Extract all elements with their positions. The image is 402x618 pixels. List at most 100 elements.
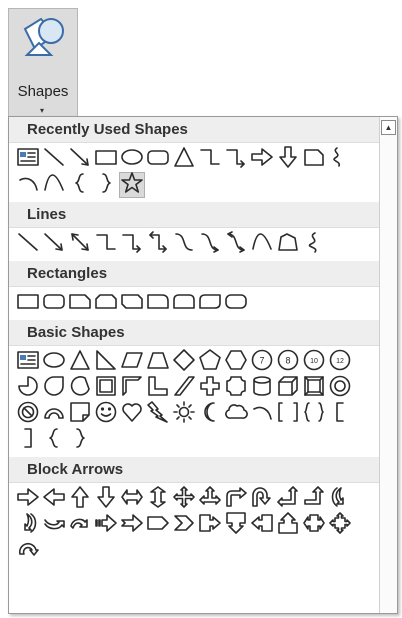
shapes-button[interactable]: Shapes ▾ — [8, 8, 78, 116]
right-arrow-shape-button[interactable] — [249, 146, 275, 172]
quad-arrow-callout-shape-button[interactable] — [327, 511, 353, 538]
right-triangle-shape-button[interactable] — [93, 349, 119, 375]
rounded-rect-2-shape-button[interactable] — [223, 290, 249, 316]
left-arrow-callout-shape-button[interactable] — [249, 512, 275, 538]
rounded-rectangle-shape-button[interactable] — [145, 146, 171, 172]
oval-shape-button[interactable] — [119, 146, 145, 172]
line-shape-button[interactable] — [41, 146, 67, 172]
up-arrow-shape-button[interactable] — [67, 485, 93, 512]
teardrop-shape-button[interactable] — [41, 375, 67, 401]
curve-shape-button[interactable] — [41, 172, 67, 198]
bent-up-arrow-shape-button[interactable] — [301, 485, 327, 512]
chord-shape-button[interactable] — [67, 375, 93, 401]
textbox-shape-button[interactable] — [15, 349, 41, 375]
right-arrow-callout-shape-button[interactable] — [197, 512, 223, 538]
elbow-double-arrow-connector-shape-button[interactable] — [145, 230, 171, 257]
cross-shape-button[interactable] — [197, 375, 223, 401]
right-brace-shape-button[interactable] — [93, 172, 119, 198]
no-symbol-shape-button[interactable] — [15, 401, 41, 427]
double-brace-shape-button[interactable] — [301, 401, 327, 427]
rectangle-shape-button[interactable] — [15, 290, 41, 316]
pie-shape-button[interactable] — [15, 375, 41, 401]
parallelogram-shape-button[interactable] — [119, 349, 145, 375]
bent-arrow-shape-button[interactable] — [223, 486, 249, 512]
scroll-up-button[interactable]: ▲ — [381, 120, 396, 135]
u-turn-arrow-shape-button[interactable] — [249, 486, 275, 512]
arrow-line-shape-button[interactable] — [41, 231, 67, 257]
bevel-shape-button[interactable] — [301, 375, 327, 401]
right-arrow-shape-button[interactable] — [15, 486, 41, 512]
rounded-rectangle-shape-button[interactable] — [41, 290, 67, 316]
striped-right-arrow-shape-button[interactable] — [93, 512, 119, 538]
elbow-arrow-connector-shape-button[interactable] — [119, 231, 145, 257]
half-frame-shape-button[interactable] — [119, 375, 145, 401]
round-same-side-shape-button[interactable] — [171, 290, 197, 316]
curved-down-arrow-shape-button[interactable] — [67, 512, 93, 538]
heart-shape-button[interactable] — [119, 401, 145, 427]
quad-arrow-shape-button[interactable] — [171, 485, 197, 512]
left-arrow-shape-button[interactable] — [41, 486, 67, 512]
right-brace-shape-button[interactable] — [67, 427, 93, 453]
left-brace-shape-button[interactable] — [41, 427, 67, 453]
left-up-arrow-shape-button[interactable] — [275, 485, 301, 512]
curved-double-arrow-connector-shape-button[interactable] — [223, 230, 249, 257]
decagon-shape-button[interactable]: 10 — [301, 349, 327, 375]
snip-rectangle-shape-button[interactable] — [301, 146, 327, 172]
l-shape-shape-button[interactable] — [145, 375, 171, 401]
dodecagon-shape-button[interactable]: 12 — [327, 349, 353, 375]
circular-arrow-shape-button[interactable] — [15, 538, 41, 564]
cube-shape-button[interactable] — [275, 375, 301, 401]
curved-up-arrow-shape-button[interactable] — [41, 512, 67, 538]
elbow-connector-shape-button[interactable] — [197, 146, 223, 172]
star-shape-button[interactable] — [119, 171, 145, 198]
oval-shape-button[interactable] — [41, 349, 67, 375]
notched-right-arrow-shape-button[interactable] — [119, 512, 145, 538]
curve-shape-button[interactable] — [249, 231, 275, 257]
line-shape-button[interactable] — [15, 231, 41, 257]
octagon-shape-button[interactable]: 8 — [275, 349, 301, 375]
curved-arrow-connector-shape-button[interactable] — [197, 231, 223, 257]
freeform-scribble-shape-button[interactable] — [327, 146, 353, 172]
arrow-line-shape-button[interactable] — [67, 146, 93, 172]
down-arrow-callout-shape-button[interactable] — [223, 511, 249, 538]
up-down-arrow-shape-button[interactable] — [145, 485, 171, 512]
donut-shape-button[interactable] — [327, 375, 353, 401]
right-bracket-shape-button[interactable] — [15, 427, 41, 453]
chevron-shape-button[interactable] — [171, 512, 197, 538]
lightning-shape-button[interactable] — [145, 400, 171, 427]
triangle-shape-button[interactable] — [67, 349, 93, 375]
double-arrow-line-shape-button[interactable] — [67, 231, 93, 257]
textbox-shape-button[interactable] — [15, 146, 41, 172]
pentagon-arrow-shape-button[interactable] — [145, 512, 171, 538]
can-shape-button[interactable] — [249, 375, 275, 401]
left-bracket-shape-button[interactable] — [327, 401, 353, 427]
folded-corner-shape-button[interactable] — [67, 401, 93, 427]
arc-shape-button[interactable] — [15, 172, 41, 198]
gallery-scrollbar[interactable]: ▲ — [379, 117, 397, 613]
left-right-arrow-shape-button[interactable] — [119, 486, 145, 512]
elbow-arrow-connector-shape-button[interactable] — [223, 146, 249, 172]
freeform-shape-button[interactable] — [275, 231, 301, 257]
diamond-shape-button[interactable] — [171, 348, 197, 375]
down-arrow-shape-button[interactable] — [275, 145, 301, 172]
left-brace-shape-button[interactable] — [67, 172, 93, 198]
plaque-shape-button[interactable] — [223, 375, 249, 401]
arc-shape-button[interactable] — [249, 401, 275, 427]
elbow-connector-shape-button[interactable] — [93, 231, 119, 257]
scribble-shape-button[interactable] — [301, 231, 327, 257]
cloud-shape-button[interactable] — [223, 401, 249, 427]
down-arrow-shape-button[interactable] — [93, 485, 119, 512]
trapezoid-shape-button[interactable] — [145, 349, 171, 375]
snip-single-corner-shape-button[interactable] — [67, 290, 93, 316]
pentagon-shape-button[interactable] — [197, 348, 223, 375]
rectangle-shape-button[interactable] — [93, 146, 119, 172]
moon-shape-button[interactable] — [197, 401, 223, 427]
round-single-corner-shape-button[interactable] — [145, 290, 171, 316]
curved-connector-shape-button[interactable] — [171, 231, 197, 257]
curved-right-arrow-shape-button[interactable] — [327, 486, 353, 512]
triangle-shape-button[interactable] — [171, 146, 197, 172]
double-bracket-shape-button[interactable] — [275, 401, 301, 427]
hexagon-shape-button[interactable] — [223, 349, 249, 375]
snip-same-side-shape-button[interactable] — [93, 290, 119, 316]
frame-shape-button[interactable] — [93, 375, 119, 401]
